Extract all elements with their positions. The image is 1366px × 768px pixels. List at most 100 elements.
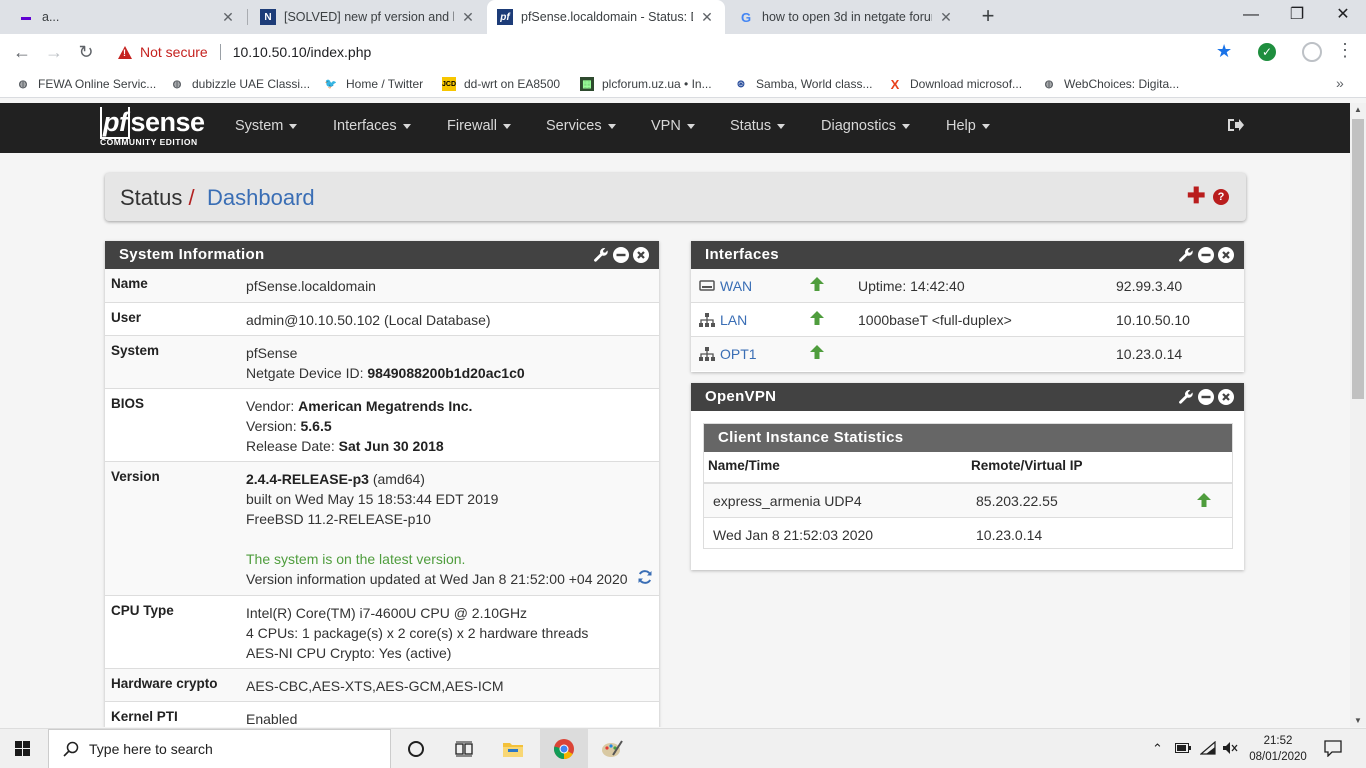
scroll-thumb[interactable] — [1352, 119, 1364, 399]
extension-profile-icon[interactable] — [1302, 42, 1322, 62]
google-favicon-icon: G — [740, 9, 752, 25]
logo-sense: sense — [130, 107, 205, 137]
bookmark-item[interactable]: ◍ WebChoices: Digita... — [1042, 75, 1180, 93]
close-panel-icon[interactable] — [1218, 247, 1234, 263]
wifi-icon[interactable] — [1199, 740, 1216, 758]
bookmarks-overflow-icon[interactable]: » — [1336, 75, 1344, 91]
scroll-down-arrow-icon[interactable]: ▼ — [1350, 716, 1366, 725]
wrench-icon[interactable] — [593, 247, 609, 263]
browser-tab-1[interactable]: ▬ a... ✕ — [8, 0, 246, 34]
menu-interfaces[interactable]: Interfaces — [333, 118, 411, 134]
caret-down-icon — [981, 123, 990, 129]
close-panel-icon[interactable] — [633, 247, 649, 263]
interface-desc: Uptime: 14:42:40 — [858, 278, 965, 294]
page-scrollbar[interactable]: ▲ ▼ — [1350, 103, 1366, 727]
browser-tab-4[interactable]: G how to open 3d in netgate forum ✕ — [728, 0, 964, 34]
menu-status[interactable]: Status — [730, 118, 786, 134]
sysinfo-row-cpu: CPU Type Intel(R) Core(TM) i7-4600U CPU … — [105, 596, 659, 669]
tray-overflow-icon[interactable]: ⌃ — [1152, 741, 1163, 757]
notifications-icon[interactable] — [1324, 739, 1342, 760]
bookmark-item[interactable]: ▦ plcforum.uz.ua • In... — [580, 75, 712, 93]
close-tab-icon[interactable]: ✕ — [938, 9, 954, 26]
bookmark-item[interactable]: ◍ FEWA Online Servic... — [16, 75, 157, 93]
wrench-icon[interactable] — [1178, 247, 1194, 263]
interface-row-wan: WAN Uptime: 14:42:40 92.99.3.40 — [691, 269, 1244, 303]
extension-check-icon[interactable]: ✓ — [1258, 43, 1276, 61]
minimize-panel-icon[interactable] — [1198, 247, 1214, 263]
scroll-up-arrow-icon[interactable]: ▲ — [1350, 105, 1366, 114]
minimize-panel-icon[interactable] — [613, 247, 629, 263]
twitter-bird-icon: 🐦 — [324, 78, 338, 90]
close-window-icon[interactable]: ✕ — [1320, 0, 1366, 30]
caret-down-icon — [686, 123, 695, 129]
close-panel-icon[interactable] — [1218, 389, 1234, 405]
browser-tab-2[interactable]: N [SOLVED] new pf version and lost ✕ — [250, 0, 486, 34]
pfsense-navbar: pf sense COMMUNITY EDITION System Interfa… — [0, 103, 1350, 153]
volume-muted-icon[interactable] — [1222, 741, 1238, 758]
cortana-icon[interactable] — [404, 737, 428, 761]
address-bar[interactable]: Not secure 10.10.50.10/index.php — [108, 38, 1248, 66]
sitemap-icon — [699, 347, 715, 361]
menu-diagnostics[interactable]: Diagnostics — [821, 118, 910, 134]
bookmark-label: WebChoices: Digita... — [1064, 77, 1180, 91]
pfsense-logo[interactable]: pf sense COMMUNITY EDITION — [100, 107, 205, 147]
logout-icon[interactable] — [1226, 117, 1244, 136]
close-tab-icon[interactable]: ✕ — [460, 9, 476, 26]
help-icon[interactable]: ? — [1213, 189, 1229, 205]
restore-window-icon[interactable]: ❐ — [1274, 0, 1320, 30]
panel-title: OpenVPN — [705, 388, 777, 405]
tab-label: how to open 3d in netgate forum — [762, 10, 932, 24]
chrome-icon[interactable] — [552, 737, 576, 761]
browser-tab-active[interactable]: pf pfSense.localdomain - Status: Da ✕ — [487, 0, 725, 34]
row-value: AES-CBC,AES-XTS,AES-GCM,AES-ICM — [246, 678, 504, 694]
globe-icon: ◍ — [18, 78, 28, 90]
chrome-menu-icon[interactable]: ⋮ — [1336, 40, 1354, 61]
panel-header: System Information — [105, 241, 659, 269]
battery-icon[interactable] — [1175, 741, 1191, 756]
menu-help[interactable]: Help — [946, 118, 990, 134]
interface-link[interactable]: OPT1 — [699, 346, 757, 362]
bookmark-star-icon[interactable]: ★ — [1216, 41, 1232, 62]
network-card-icon — [699, 280, 715, 291]
x-logo-icon: X — [890, 76, 900, 92]
windows-taskbar: Type here to search ⌃ 21:52 08/01/2020 — [0, 728, 1366, 768]
browser-toolbar: ← → ↻ Not secure 10.10.50.10/index.php — [0, 34, 1366, 70]
interface-link[interactable]: LAN — [699, 312, 747, 328]
task-view-icon[interactable] — [452, 737, 476, 761]
bookmark-item[interactable]: 🐦 Home / Twitter — [324, 75, 423, 93]
minimize-panel-icon[interactable] — [1198, 389, 1214, 405]
taskbar-search[interactable]: Type here to search — [48, 729, 391, 768]
close-tab-icon[interactable]: ✕ — [699, 9, 715, 26]
row-value: 2.4.4-RELEASE-p3 (amd64) built on Wed Ma… — [246, 471, 628, 587]
reload-icon[interactable]: ↻ — [74, 40, 98, 64]
menu-firewall[interactable]: Firewall — [447, 118, 511, 134]
bookmark-item[interactable]: ⊛ Samba, World class... — [734, 75, 873, 93]
security-indicator[interactable]: Not secure — [140, 44, 208, 60]
file-explorer-icon[interactable] — [501, 737, 525, 761]
close-tab-icon[interactable]: ✕ — [220, 9, 236, 26]
windows-start-icon[interactable] — [15, 741, 30, 756]
bookmark-item[interactable]: JCD dd-wrt on EA8500 — [442, 75, 560, 93]
system-clock[interactable]: 21:52 08/01/2020 — [1248, 733, 1308, 765]
row-label: CPU Type — [111, 603, 174, 618]
bookmark-item[interactable]: X Download microsof... — [888, 75, 1022, 93]
wrench-icon[interactable] — [1178, 389, 1194, 405]
forward-arrow-icon[interactable]: → — [42, 40, 66, 64]
row-label: Name — [111, 276, 148, 291]
new-tab-button[interactable]: + — [976, 4, 1000, 30]
add-widget-icon[interactable]: ✚ — [1187, 185, 1205, 207]
back-arrow-icon[interactable]: ← — [10, 40, 34, 64]
paint-icon[interactable] — [600, 737, 624, 761]
url-text[interactable]: 10.10.50.10/index.php — [233, 44, 372, 60]
bookmark-item[interactable]: ◍ dubizzle UAE Classi... — [170, 75, 310, 93]
clock-time: 21:52 — [1263, 735, 1293, 747]
interface-link[interactable]: WAN — [699, 278, 752, 294]
menu-services[interactable]: Services — [546, 118, 616, 134]
refresh-icon[interactable] — [637, 569, 653, 585]
menu-vpn[interactable]: VPN — [651, 118, 695, 134]
sysinfo-row-user: User admin@10.10.50.102 (Local Database) — [105, 303, 659, 336]
menu-system[interactable]: System — [235, 118, 298, 134]
breadcrumb-page[interactable]: Dashboard — [207, 185, 315, 211]
minimize-window-icon[interactable]: — — [1228, 0, 1274, 30]
url-divider — [219, 44, 221, 60]
